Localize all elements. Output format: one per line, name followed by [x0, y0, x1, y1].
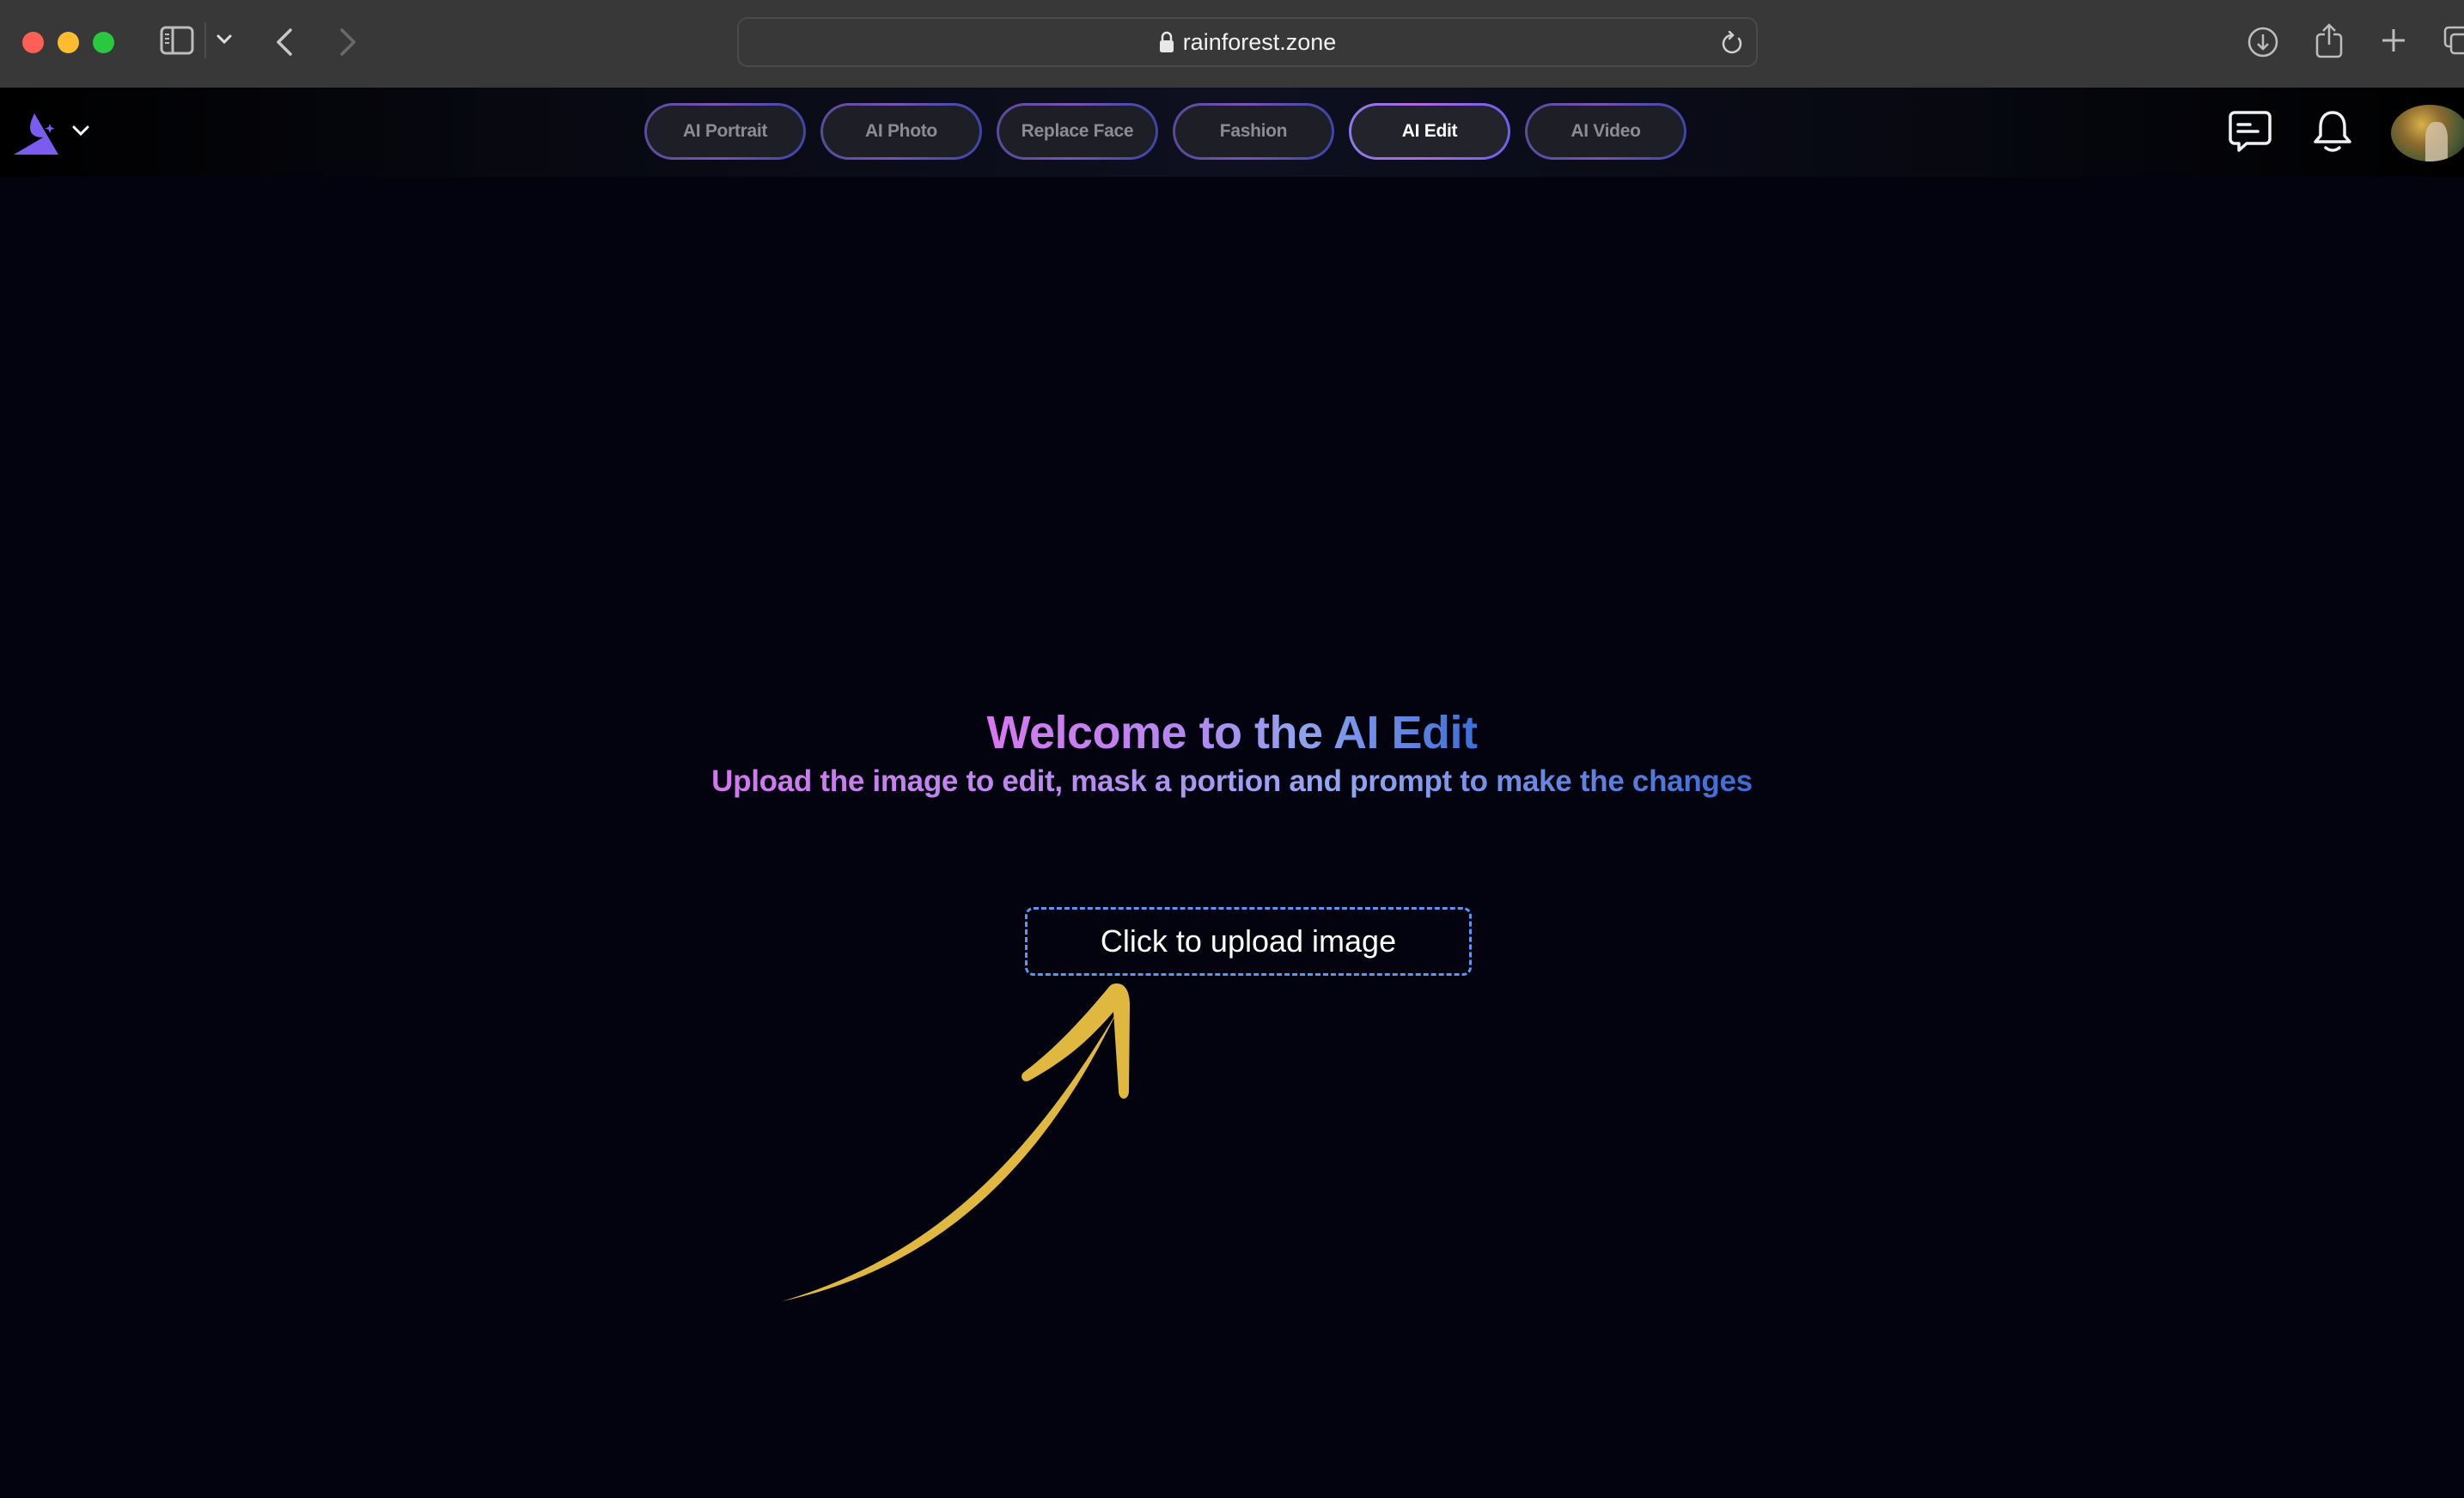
minimize-window-button[interactable] — [58, 32, 79, 53]
tab-ai-photo[interactable]: AI Photo — [820, 103, 982, 160]
chevron-down-icon[interactable] — [217, 34, 232, 45]
chevron-down-icon[interactable] — [72, 124, 89, 140]
chat-icon[interactable] — [2228, 110, 2272, 158]
maximize-window-button[interactable] — [93, 32, 114, 53]
tab-overview-icon[interactable] — [2443, 26, 2464, 57]
download-icon[interactable] — [2247, 26, 2279, 58]
feature-tabs: AI Portrait AI Photo Replace Face Fashio… — [644, 103, 1686, 160]
reload-icon[interactable] — [1720, 30, 1744, 60]
lock-icon — [1159, 31, 1174, 52]
upload-label: Click to upload image — [1100, 923, 1397, 959]
forward-icon[interactable] — [338, 27, 357, 57]
toolbar-divider — [204, 22, 206, 58]
address-bar[interactable]: rainforest.zone — [737, 17, 1758, 67]
back-icon[interactable] — [275, 27, 294, 57]
tab-fashion[interactable]: Fashion — [1173, 103, 1334, 160]
new-tab-icon[interactable] — [2380, 27, 2407, 54]
url-text: rainforest.zone — [1182, 28, 1337, 55]
logo-icon[interactable] — [12, 112, 60, 161]
bell-icon[interactable] — [2313, 110, 2352, 158]
arrow-icon — [756, 962, 1151, 1326]
share-icon[interactable] — [2315, 22, 2344, 58]
tab-ai-portrait[interactable]: AI Portrait — [644, 103, 806, 160]
welcome-section: Welcome to the AI Edit Upload the image … — [0, 706, 2464, 799]
tab-ai-edit[interactable]: AI Edit — [1349, 103, 1510, 160]
page-title: Welcome to the AI Edit — [986, 707, 1478, 758]
tab-replace-face[interactable]: Replace Face — [997, 103, 1158, 160]
browser-toolbar: rainforest.zone — [0, 0, 2464, 88]
sidebar-toggle-icon[interactable] — [160, 26, 194, 55]
close-window-button[interactable] — [22, 32, 44, 53]
tab-ai-video[interactable]: AI Video — [1525, 103, 1686, 160]
app-header: AI Portrait AI Photo Replace Face Fashio… — [0, 88, 2464, 177]
avatar[interactable] — [2391, 105, 2464, 161]
page-subtitle: Upload the image to edit, mask a portion… — [711, 764, 1753, 798]
